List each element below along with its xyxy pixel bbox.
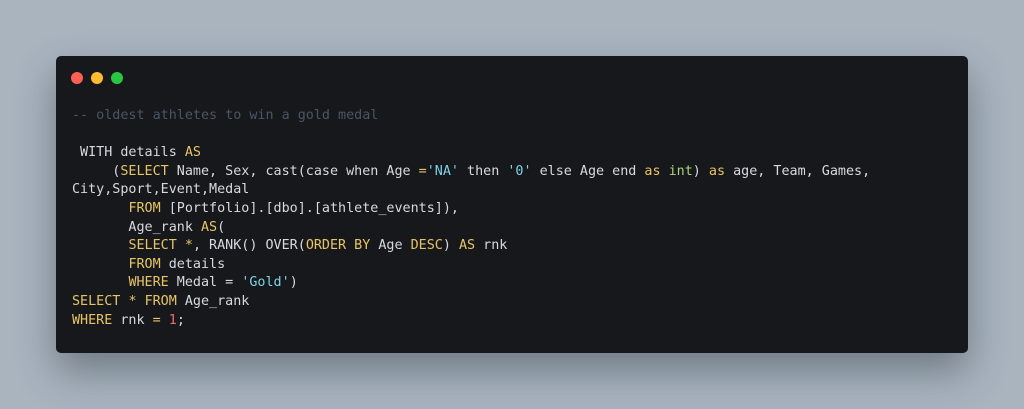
code-token-ident: [Portfolio].[dbo].[athlete_events]),: [160, 200, 459, 216]
code-token-keyword: SELECT: [120, 163, 169, 179]
code-token-ident: [137, 294, 145, 309]
code-token-ident: Name, Sex, cast(case when Age: [168, 163, 419, 179]
code-line: WITH details AS: [72, 144, 870, 163]
code-token-ident: then: [458, 163, 508, 179]
code-line: Age_rank AS(: [72, 219, 870, 238]
code-token-keyword: *: [184, 238, 193, 254]
code-token-keyword: *: [128, 293, 137, 309]
code-window: -- oldest athletes to win a gold medal W…: [56, 56, 968, 353]
code-token-ident: [177, 238, 185, 253]
maximize-dot-icon[interactable]: [111, 72, 123, 84]
code-block: -- oldest athletes to win a gold medal W…: [72, 107, 870, 330]
code-token-keyword: FROM: [144, 293, 177, 309]
code-token-ident: ): [442, 238, 459, 254]
code-line: SELECT *, RANK() OVER(ORDER BY Age DESC)…: [72, 237, 870, 256]
code-token-ident: ;: [176, 312, 185, 328]
code-token-ident: [161, 313, 169, 328]
code-token-keyword: AS: [184, 145, 201, 161]
code-token-ident: [72, 257, 128, 272]
code-token-ident: [72, 201, 128, 216]
code-token-ident: (: [217, 219, 226, 235]
code-token-keyword: SELECT: [72, 293, 121, 309]
code-token-ident: rnk: [112, 312, 153, 328]
code-token-ident: , RANK() OVER(: [192, 238, 306, 254]
code-token-keyword: FROM: [128, 200, 161, 216]
code-token-ident: (: [72, 163, 121, 179]
code-token-keyword: SELECT: [128, 238, 177, 254]
code-token-keyword: =: [152, 312, 161, 328]
code-line: (SELECT Name, Sex, cast(case when Age ='…: [72, 163, 870, 182]
code-token-ident: age, Team, Games,: [725, 163, 871, 179]
code-line: City,Sport,Event,Medal: [72, 181, 870, 200]
code-token-type: int: [668, 163, 693, 179]
code-token-ident: rnk: [475, 238, 508, 254]
code-token-ident: [72, 275, 128, 290]
close-dot-icon[interactable]: [71, 72, 83, 84]
code-line: -- oldest athletes to win a gold medal: [72, 107, 870, 126]
code-token-ident: [661, 164, 669, 179]
code-token-keyword: as: [644, 163, 661, 179]
code-token-string: 'Gold': [241, 275, 290, 291]
code-token-ident: City,Sport,Event,Medal: [72, 182, 250, 198]
window-controls: [71, 72, 123, 84]
code-line: FROM [Portfolio].[dbo].[athlete_events])…: [72, 200, 870, 219]
code-token-ident: ): [289, 275, 298, 291]
code-token-keyword: WHERE: [72, 312, 113, 328]
code-token-ident: else Age end: [531, 163, 645, 179]
code-token-number: 1: [168, 312, 177, 328]
code-token-keyword: ORDER BY: [305, 238, 371, 254]
code-token-comment: -- oldest athletes to win a gold medal: [72, 108, 379, 123]
code-token-ident: details: [160, 256, 226, 272]
code-token-ident: Age: [370, 238, 411, 254]
code-token-keyword: =: [418, 163, 427, 179]
code-token-keyword: DESC: [410, 238, 443, 254]
minimize-dot-icon[interactable]: [91, 72, 103, 84]
code-token-ident: Age_rank: [72, 219, 201, 235]
code-token-ident: ): [692, 163, 709, 179]
code-token-keyword: as: [708, 163, 726, 179]
code-line: WHERE rnk = 1;: [72, 312, 870, 331]
code-token-keyword: WHERE: [128, 275, 169, 291]
code-token-keyword: AS: [459, 238, 476, 254]
code-token-string: 'NA': [426, 163, 459, 179]
code-token-keyword: FROM: [128, 256, 161, 272]
code-line: WHERE Medal = 'Gold'): [72, 274, 870, 293]
code-token-keyword: AS: [201, 219, 218, 235]
code-token-ident: Medal =: [168, 275, 242, 291]
code-line: SELECT * FROM Age_rank: [72, 293, 870, 312]
code-token-string: '0': [507, 163, 532, 179]
code-token-ident: [72, 238, 128, 253]
code-line: FROM details: [72, 256, 870, 275]
code-token-ident: WITH details: [72, 145, 185, 161]
code-token-ident: Age_rank: [176, 293, 250, 309]
